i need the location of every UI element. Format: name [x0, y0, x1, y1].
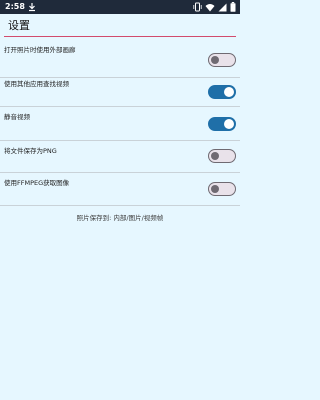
row-divider — [0, 205, 240, 206]
setting-row-save-png[interactable]: 将文件保存为PNG — [0, 146, 240, 179]
setting-row-find-video-app[interactable]: 使用其他应用查找视频 — [0, 79, 240, 112]
row-divider — [0, 172, 240, 173]
battery-icon — [230, 2, 236, 12]
wifi-icon — [205, 3, 215, 11]
status-bar: 2:58 — [0, 0, 240, 14]
row-divider — [0, 106, 240, 107]
toggle-ffmpeg[interactable] — [208, 182, 236, 196]
setting-row-external-gallery[interactable]: 打开照片时使用外部画廊 — [0, 45, 240, 78]
download-icon — [29, 3, 35, 12]
row-divider — [0, 140, 240, 141]
status-icons — [193, 2, 236, 12]
title-underline — [4, 36, 236, 37]
toggle-knob — [224, 87, 234, 97]
toggle-save-png[interactable] — [208, 149, 236, 163]
app-bar: 设置 — [0, 14, 240, 38]
setting-label-external-gallery: 打开照片时使用外部画廊 — [4, 46, 76, 54]
toggle-knob — [211, 152, 219, 160]
page-title: 设置 — [8, 19, 30, 32]
setting-label-save-png: 将文件保存为PNG — [4, 147, 57, 155]
setting-row-ffmpeg[interactable]: 使用FFMPEG获取图像 — [0, 178, 240, 211]
save-location-note: 照片保存到: 内部/图片/视频帧 — [76, 214, 164, 222]
toggle-knob — [211, 185, 219, 193]
toggle-knob — [224, 119, 234, 129]
setting-label-mute-video: 静音视频 — [4, 113, 30, 121]
signal-icon — [218, 3, 227, 11]
toggle-mute-video[interactable] — [208, 117, 236, 131]
toggle-knob — [211, 56, 219, 64]
setting-label-ffmpeg: 使用FFMPEG获取图像 — [4, 179, 70, 187]
setting-label-find-video-app: 使用其他应用查找视频 — [4, 80, 69, 88]
toggle-find-video-app[interactable] — [208, 85, 236, 99]
toggle-external-gallery[interactable] — [208, 53, 236, 67]
vibrate-icon — [193, 2, 202, 12]
row-divider — [0, 77, 240, 78]
status-time: 2:58 — [5, 2, 25, 11]
